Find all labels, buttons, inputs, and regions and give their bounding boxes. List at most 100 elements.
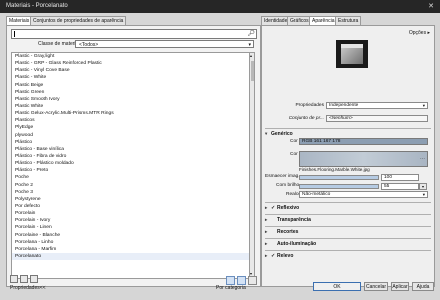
list-item[interactable]: Porcelain - Ivory <box>12 217 250 224</box>
properties-select[interactable]: Independente ▾ <box>326 102 428 109</box>
materials-panel: 🔎︎ Classe de material: <Todos> ▾ Plastic… <box>6 25 261 287</box>
collapsed-arrow-icon: ▸ <box>265 229 268 234</box>
image-fade-label: Esmaecer imag... <box>265 174 303 179</box>
asset-set-field[interactable]: <Nenhum> <box>326 115 428 122</box>
class-filter-select[interactable]: <Todos> ▾ <box>75 40 254 48</box>
section-bump[interactable]: ▸ ✓ Relevo <box>265 250 431 260</box>
chevron-down-icon: ▾ <box>248 42 251 48</box>
color-swatch[interactable]: RGB 161 167 178 <box>299 138 428 145</box>
color-label: Cor <box>290 139 298 144</box>
glossiness-input[interactable]: 55 <box>381 183 419 190</box>
list-item[interactable]: Plástico <box>12 139 250 146</box>
section-transparency[interactable]: ▸ Transparência <box>265 214 431 224</box>
detail-view-icon[interactable] <box>248 276 257 285</box>
cancel-button[interactable]: Cancelar <box>364 282 388 291</box>
asset-set-value: <Nenhum> <box>329 116 353 121</box>
image-fade-value: 100 <box>384 175 393 180</box>
options-menu[interactable]: Opções ▸ <box>409 30 430 36</box>
list-item[interactable]: Porcelain <box>12 210 250 217</box>
list-item[interactable]: Plastic Gelux-Acrylic.Multi-Prisms.MTR R… <box>12 110 250 117</box>
tab-structure[interactable]: Estrutura <box>335 16 362 25</box>
more-options-icon[interactable]: ⋯ <box>420 156 425 162</box>
grid-view-icon[interactable] <box>237 276 246 285</box>
scrollbar-thumb[interactable] <box>251 61 254 81</box>
materials-scrollbar[interactable]: ▴ ▾ <box>249 52 255 277</box>
list-item[interactable]: Plástico - Plástico moldado <box>12 160 250 167</box>
highlights-select[interactable]: Não-metálico ▾ <box>299 191 428 198</box>
list-item[interactable]: Porcelaine - Blanche <box>12 232 250 239</box>
list-item[interactable]: Porcelana - Marfim <box>12 246 250 253</box>
close-icon[interactable]: ✕ <box>428 2 434 10</box>
list-item[interactable]: plywood <box>12 132 250 139</box>
glossiness-spinner[interactable]: ▾ <box>419 183 427 190</box>
list-item[interactable]: Plastic - Vinyl Cove Base <box>12 67 250 74</box>
list-item[interactable]: Plástico - Preto <box>12 167 250 174</box>
new-material-icon[interactable] <box>10 275 18 283</box>
asset-set-label: Conjunto de pr... <box>288 116 324 121</box>
tab-appearance-sets[interactable]: Conjuntos de propriedades de aparência <box>30 16 127 25</box>
text-caret <box>14 31 15 37</box>
tab-graphics[interactable]: Gráficos <box>287 16 312 25</box>
search-input[interactable]: 🔎︎ <box>11 29 257 39</box>
chevron-down-icon: ▾ <box>422 192 425 197</box>
image-label: Cor <box>290 152 298 157</box>
section-transparency-label: Transparência <box>277 217 311 223</box>
list-item[interactable]: Poche 3 <box>12 189 250 196</box>
list-item[interactable]: Poche <box>12 174 250 181</box>
image-fade-input[interactable]: 100 <box>381 174 419 181</box>
section-reflectivity[interactable]: ▸ ✓ Reflexivo <box>265 202 431 212</box>
list-item[interactable]: Plastic White <box>12 103 250 110</box>
search-icon[interactable]: 🔎︎ <box>247 30 255 37</box>
list-item[interactable]: Plastic - White <box>12 74 250 81</box>
section-cutouts[interactable]: ▸ Recortes <box>265 226 431 236</box>
texture-image[interactable]: ⋯ <box>299 151 428 167</box>
list-item[interactable] <box>12 267 250 274</box>
section-generic[interactable]: ▾ Genérico <box>265 128 431 138</box>
title-bar: Materiais - Porcelanato ✕ <box>0 0 440 13</box>
list-item[interactable]: Plástico - Fibra de vidro <box>12 153 250 160</box>
tab-identity[interactable]: Identidade <box>261 16 291 25</box>
list-item[interactable]: Plástico - Base vinílica <box>12 146 250 153</box>
image-fade-slider[interactable] <box>299 175 379 180</box>
scroll-up-icon[interactable]: ▴ <box>250 53 252 58</box>
collapsed-arrow-icon: ▸ <box>265 217 268 222</box>
materials-list[interactable]: Plastic - Gray,light Plastic - GRP - Glas… <box>11 52 251 279</box>
section-bump-label: Relevo <box>277 253 294 259</box>
delete-material-icon[interactable] <box>30 275 38 283</box>
collapsed-arrow-icon: ▸ <box>265 241 268 246</box>
glossiness-label: Com brilho <box>276 183 300 188</box>
highlights-value: Não-metálico <box>302 192 331 197</box>
texture-filename[interactable]: Finishes.Flooring.Marble.White.jpg <box>299 167 370 172</box>
ok-button[interactable]: OK <box>313 282 361 291</box>
list-item[interactable]: Plastic Beige <box>12 82 250 89</box>
properties-toggle-button[interactable]: Propriedades<< <box>10 285 46 291</box>
apply-button[interactable]: Aplicar <box>391 282 409 291</box>
list-view-icon[interactable] <box>226 276 235 285</box>
section-reflectivity-label: Reflexivo <box>277 205 300 211</box>
list-item[interactable] <box>12 274 250 278</box>
preview-cube-image <box>341 44 363 64</box>
class-filter-row: Classe de material: <Todos> ▾ <box>7 40 260 49</box>
list-item[interactable]: Plastic - Gray,light <box>12 53 250 60</box>
help-button[interactable]: Ajuda <box>412 282 434 291</box>
glossiness-slider[interactable] <box>299 184 379 189</box>
list-item[interactable] <box>12 260 250 267</box>
properties-label: Propriedades <box>295 103 324 108</box>
list-item[interactable]: Plastic Green <box>12 89 250 96</box>
section-generic-label: Genérico <box>271 131 293 137</box>
color-value: RGB 161 167 178 <box>302 139 341 144</box>
duplicate-material-icon[interactable] <box>20 275 28 283</box>
section-self-illumination[interactable]: ▸ Auto-iluminação <box>265 238 431 248</box>
list-item[interactable]: Plastic - GRP - Glass Reinforced Plastic <box>12 60 250 67</box>
properties-value: Independente <box>329 103 359 108</box>
list-item[interactable]: Polystyrene <box>12 196 250 203</box>
list-item[interactable]: PlyEdge <box>12 124 250 131</box>
list-item[interactable]: Poche 2 <box>12 182 250 189</box>
list-item[interactable]: Porcelanato <box>12 252 250 261</box>
list-item[interactable]: Plastic Smooth Ivory <box>12 96 250 103</box>
list-item[interactable]: Por defecto <box>12 203 250 210</box>
list-item[interactable]: Porcelain - Linen <box>12 224 250 231</box>
list-item[interactable]: Plasticos <box>12 117 250 124</box>
list-item[interactable]: Porcelana - Linho <box>12 239 250 246</box>
by-category-link[interactable]: Por categoria <box>216 285 246 291</box>
